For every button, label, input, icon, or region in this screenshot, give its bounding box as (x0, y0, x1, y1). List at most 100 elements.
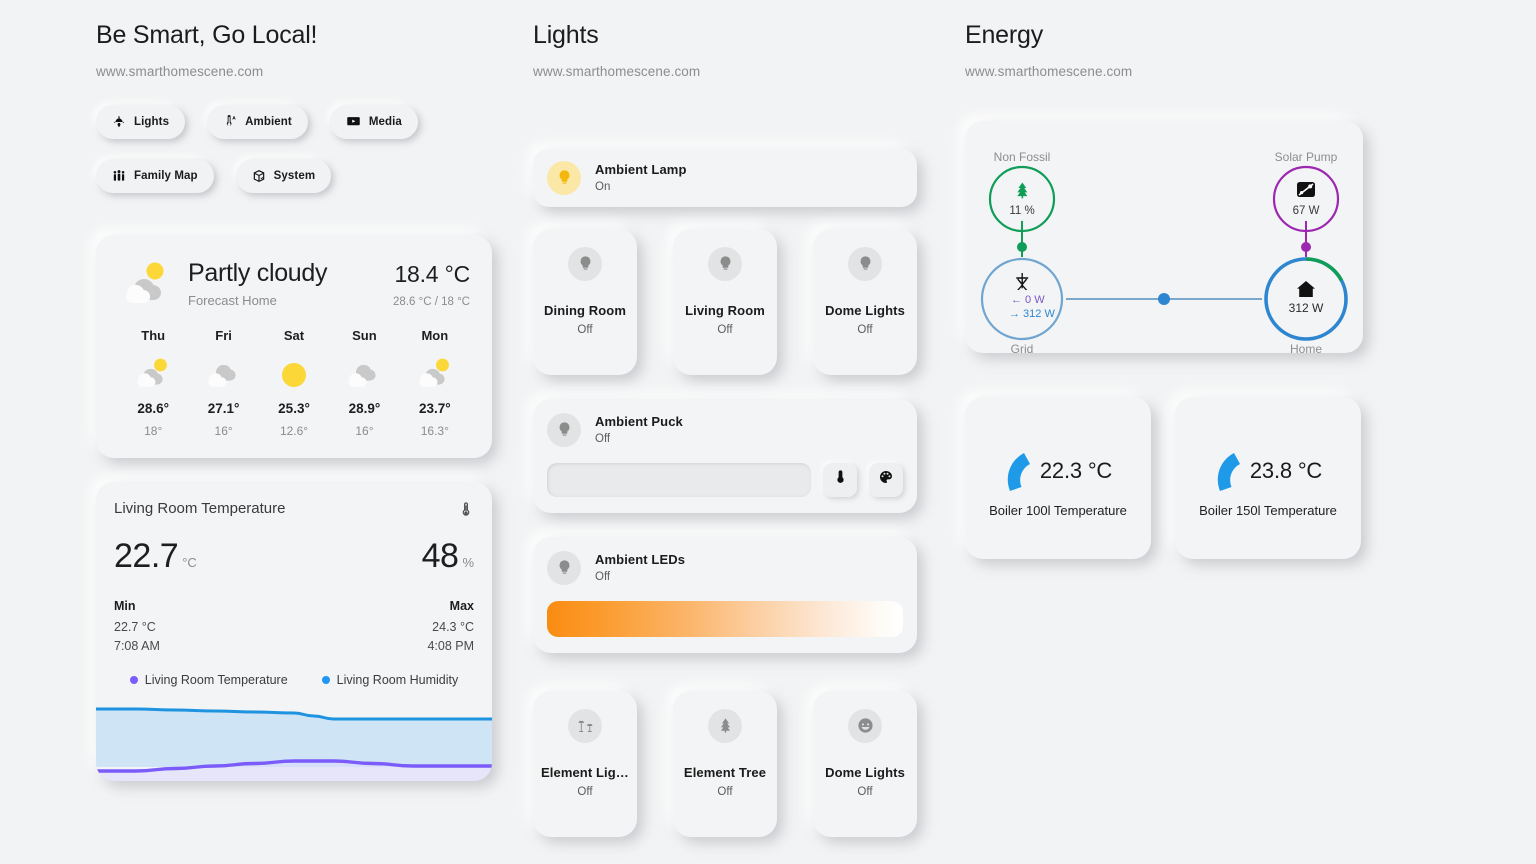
television-play-icon (346, 114, 361, 129)
forecast-day: Mon 23.7° 16.3° (400, 328, 470, 438)
nav-chip-label: Ambient (245, 115, 292, 128)
tile-ambient-lamp[interactable]: Ambient Lamp On (533, 148, 917, 207)
weather-current: Partly cloudy Forecast Home 18.4 °C 28.6… (118, 257, 470, 308)
weather-entity: Forecast Home (188, 292, 277, 308)
tile-text: Ambient Lamp On (595, 162, 686, 193)
boiler-card-grid: 22.3 °C Boiler 100l Temperature 23.8 °C … (965, 396, 1367, 559)
forecast-low: 16° (214, 423, 233, 438)
palette-icon (878, 469, 894, 490)
color-picker-button[interactable] (869, 462, 903, 497)
flow-dot-grid-home (1158, 292, 1170, 305)
ambient-puck-controls (547, 462, 903, 497)
card-ambient-puck[interactable]: Ambient Puck Off (533, 398, 917, 513)
tile-state: Off (577, 785, 593, 798)
boiler-value: 22.3 °C (1039, 458, 1113, 483)
sensor-header: Living Room Temperature (114, 500, 474, 525)
boiler-150l-card[interactable]: 23.8 °C Boiler 150l Temperature (1175, 396, 1361, 559)
forecast-low: 12.6° (279, 423, 309, 438)
sensor-min: Min 22.7 °C 7:08 AM (114, 599, 160, 653)
tile-dome-lights[interactable]: Dome Lights Off (813, 228, 917, 375)
nav-chip-label: System (273, 169, 316, 182)
page-title: Be Smart, Go Local! (96, 21, 318, 49)
ceiling-light-icon (112, 115, 126, 129)
weather-state: Partly cloudy (188, 258, 328, 287)
tile-state: Off (717, 785, 733, 798)
sensor-minmax: Min 22.7 °C 7:08 AM Max 24.3 °C 4:08 PM (114, 599, 474, 653)
tile-name: Dome Lights (825, 764, 905, 780)
flow-dot-solarpump (1301, 241, 1311, 252)
color-temp-button[interactable] (823, 462, 857, 497)
forecast-day: Fri 27.1° 16° (188, 328, 258, 438)
flow-dot-nonfossil (1017, 241, 1027, 252)
cloudy-icon (188, 353, 258, 393)
color-temperature-slider[interactable] (547, 600, 903, 637)
lights-header: Lights www.smarthomescene.com (533, 21, 933, 78)
nav-chip-lights[interactable]: Lights (96, 104, 186, 139)
history-chart[interactable] (96, 703, 492, 781)
boiler-100l-card[interactable]: 22.3 °C Boiler 100l Temperature (965, 396, 1151, 559)
energy-distribution-card[interactable]: Non Fossil 11 % Solar Pump 67 W ← 0 W → … (965, 120, 1363, 353)
temperature-value: 22.7 (114, 536, 179, 575)
tile-element-tree[interactable]: Element Tree Off (673, 690, 777, 837)
humidity-unit: % (462, 554, 474, 570)
home-icon (1297, 280, 1315, 297)
brightness-slider[interactable] (547, 462, 811, 497)
weather-forecast: Thu 28.6° 18° Fri 27.1° 16° Sat 25.3° 12… (118, 328, 470, 438)
tile-dining-room[interactable]: Dining Room Off (533, 228, 637, 375)
account-group-icon (112, 169, 126, 183)
legend-dot (321, 675, 330, 684)
cloudy-icon (329, 353, 399, 393)
light-tile-row-2: Element Ligh… Off Element Tree Off Dome … (533, 690, 933, 837)
card-ambient-leds[interactable]: Ambient LEDs Off (533, 536, 917, 653)
lightbulb-icon (547, 412, 581, 447)
max-value: 24.3 °C (432, 619, 474, 634)
sunny-icon (259, 353, 329, 393)
nav-chip-label: Lights (134, 115, 170, 128)
min-time: 7:08 AM (114, 638, 160, 653)
thermometer-icon (458, 500, 474, 525)
transmission-tower-icon (1016, 272, 1029, 290)
lightbulb-icon (547, 550, 581, 585)
emoticon-icon (848, 708, 882, 743)
nav-chip-media[interactable]: Media (329, 104, 418, 139)
tile-name: Ambient LEDs (595, 552, 686, 567)
tile-state: Off (577, 323, 593, 336)
nav-chip-system[interactable]: System (235, 158, 332, 193)
weather-readings: 18.4 °C 28.6 °C / 18 °C (393, 257, 470, 308)
sensor-title: Living Room Temperature (114, 499, 286, 517)
tile-state: Off (595, 571, 611, 583)
tile-state: On (595, 181, 611, 193)
living-room-temperature-card[interactable]: Living Room Temperature 22.7 °C 48% Min 2… (96, 481, 492, 781)
forecast-day-name: Thu (141, 327, 166, 343)
legend-item-humidity[interactable]: Living Room Humidity (321, 672, 459, 687)
overview-header: Be Smart, Go Local! www.smarthomescene.c… (96, 21, 522, 79)
tile-dome-lights-2[interactable]: Dome Lights Off (813, 690, 917, 837)
weather-card[interactable]: Partly cloudy Forecast Home 18.4 °C 28.6… (96, 234, 492, 458)
ambient-leds-header: Ambient LEDs Off (547, 550, 903, 585)
nav-chip-family-map[interactable]: Family Map (96, 158, 214, 193)
tile-text: Ambient Puck Off (595, 414, 683, 445)
thermometer-auto-icon (223, 114, 237, 129)
tile-name: Living Room (685, 302, 765, 318)
tile-name: Dome Lights (825, 302, 905, 318)
legend-label: Living Room Humidity (336, 672, 459, 687)
non-fossil-label: Non Fossil (994, 150, 1051, 164)
humidity-reading: 48% (422, 539, 474, 573)
tile-element-lights[interactable]: Element Ligh… Off (533, 690, 637, 837)
legend-item-temperature[interactable]: Living Room Temperature (129, 673, 288, 687)
lights-title: Lights (533, 21, 599, 49)
nav-chip-ambient[interactable]: Ambient (207, 104, 308, 139)
page-subtitle: www.smarthomescene.com (96, 63, 264, 79)
forecast-day: Thu 28.6° 18° (118, 328, 188, 438)
non-fossil-value: 11 % (1009, 205, 1034, 217)
lightbulb-icon (848, 246, 882, 281)
forecast-high: 25.3° (278, 400, 310, 416)
tile-state: Off (857, 785, 873, 798)
home-label: Home (1290, 342, 1322, 353)
tile-living-room[interactable]: Living Room Off (673, 228, 777, 375)
column-energy: Energy www.smarthomescene.com Non Fossil (965, 21, 1367, 864)
partly-cloudy-icon (400, 353, 470, 393)
nav-chip-label: Family Map (134, 169, 198, 182)
tile-name: Ambient Lamp (595, 162, 687, 177)
chart-legend: Living Room Temperature Living Room Humi… (114, 673, 474, 687)
